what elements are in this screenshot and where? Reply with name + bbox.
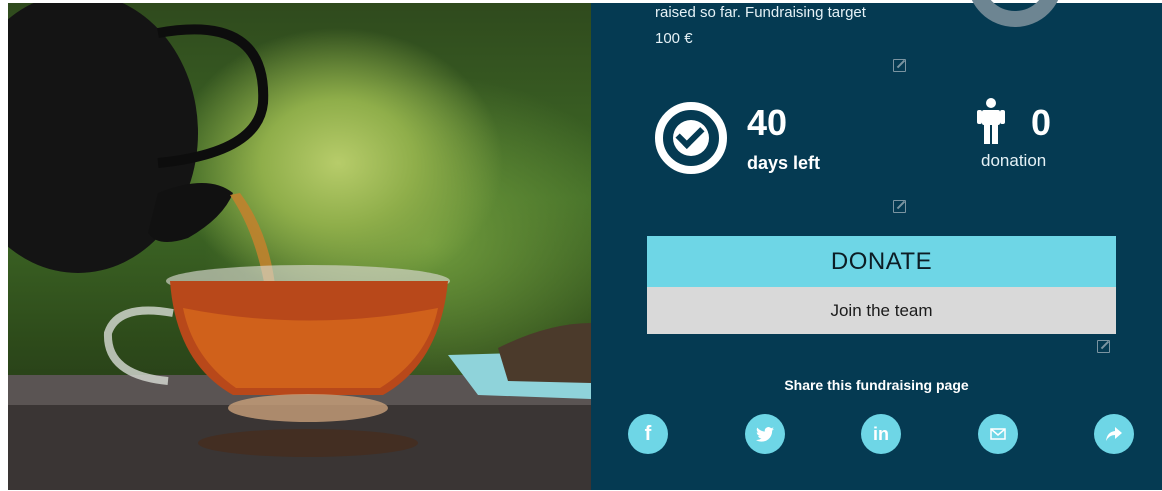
teapot-cup-illustration <box>8 3 591 490</box>
linkedin-icon[interactable]: in <box>861 414 901 454</box>
donation-label: donation <box>981 151 1047 170</box>
clock-check-icon <box>655 102 727 174</box>
progress-ring <box>967 0 1063 27</box>
edit-icon[interactable] <box>893 59 906 72</box>
share-title: Share this fundraising page <box>784 377 969 393</box>
person-icon <box>977 98 1005 144</box>
days-left-value: 40 <box>747 102 788 143</box>
share-icon[interactable] <box>1094 414 1134 454</box>
twitter-icon[interactable] <box>745 414 785 454</box>
fundraising-panel: raised so far. Fundraising target 100 € … <box>591 0 1162 490</box>
edit-icon[interactable] <box>893 200 906 213</box>
raised-progress-text: raised so far. Fundraising target 100 € <box>655 4 866 47</box>
facebook-icon[interactable]: f <box>628 414 668 454</box>
campaign-image <box>8 3 591 490</box>
donate-button[interactable]: DONATE <box>647 236 1116 287</box>
donation-count: 0 <box>1031 102 1052 143</box>
days-left-label: days left <box>747 153 821 173</box>
email-icon[interactable] <box>978 414 1018 454</box>
edit-icon[interactable] <box>1097 340 1110 353</box>
join-team-button[interactable]: Join the team <box>647 287 1116 334</box>
